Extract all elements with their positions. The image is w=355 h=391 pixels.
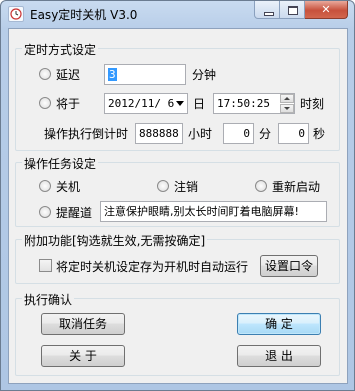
spin-down-icon[interactable] [280,104,294,113]
close-icon: ✕ [321,3,331,16]
confirm-group-title: 执行确认 [22,291,75,308]
title-bar[interactable]: Easy定时关机 V3.0 ✕ [1,1,354,27]
hours-label: 小时 [188,127,213,141]
shutdown-radio[interactable] [39,180,51,192]
timing-group-title: 定时方式设定 [22,41,99,58]
window-title: Easy定时关机 V3.0 [30,8,138,22]
client-area: 定时方式设定 延迟 3 分钟 将于 2012/11/ 6 日 17:50:25 … [8,28,348,384]
remind-label: 提醒道 [56,206,93,220]
minimize-icon [264,12,274,16]
about-button[interactable]: 关 于 [41,345,125,367]
spin-up-icon[interactable] [280,94,294,103]
exit-button[interactable]: 退 出 [237,345,321,367]
cancel-task-button[interactable]: 取消任务 [41,313,125,335]
time-spinner[interactable] [280,94,294,113]
clock-app-icon [8,6,24,22]
delay-unit-label: 分钟 [192,68,217,82]
timing-group: 定时方式设定 延迟 3 分钟 将于 2012/11/ 6 日 17:50:25 … [15,41,340,151]
task-group-title: 操作任务设定 [22,155,99,172]
confirm-group: 执行确认 取消任务 确 定 关 于 退 出 [15,291,340,376]
task-group: 操作任务设定 关机 注销 重新启动 提醒道 注意保护眼睛,别太长时间盯着电脑屏幕… [15,155,340,227]
remind-radio[interactable] [39,206,51,218]
app-window: Easy定时关机 V3.0 ✕ 定时方式设定 延迟 3 分钟 将于 2012/1… [0,0,355,391]
delay-minutes-input[interactable]: 3 [104,64,186,85]
maximize-icon [288,6,298,15]
remind-message-input[interactable]: 注意保护眼睛,别太长时间盯着电脑屏幕! [100,201,327,222]
countdown-seconds-field: 0 [278,123,309,144]
minutes-label: 分 [259,127,272,141]
seconds-label: 秒 [313,127,326,141]
maximize-button[interactable] [280,1,305,19]
restart-radio[interactable] [255,180,267,192]
extra-group-title: 附加功能[钩选就生效,无需按确定] [22,232,208,249]
logoff-radio[interactable] [157,180,169,192]
delay-label: 延迟 [56,68,81,82]
shutdown-label: 关机 [56,180,81,194]
ok-button[interactable]: 确 定 [237,313,321,335]
date-value: 2012/11/ 6 [108,97,175,110]
countdown-hours-field: 888888 [135,123,183,144]
at-time-radio[interactable] [39,97,51,109]
autorun-label: 将定时关机设定存为开机时自动运行 [56,260,249,274]
time-of-day-label: 时刻 [300,97,325,111]
time-value: 17:50:25 [217,97,270,110]
dropdown-arrow-icon[interactable] [176,101,184,106]
countdown-label: 操作执行倒计时 [44,127,129,141]
at-time-label: 将于 [56,97,81,111]
minimize-button[interactable] [254,1,280,19]
logoff-label: 注销 [174,180,199,194]
countdown-minutes-field: 0 [223,123,254,144]
extra-group: 附加功能[钩选就生效,无需按确定] 将定时关机设定存为开机时自动运行 设置口令 [15,232,340,284]
restart-label: 重新启动 [272,180,321,194]
date-picker[interactable]: 2012/11/ 6 [104,93,188,114]
autorun-checkbox[interactable] [39,259,52,272]
day-label: 日 [193,97,206,111]
close-button[interactable]: ✕ [305,1,348,19]
set-password-button[interactable]: 设置口令 [260,255,318,277]
time-picker[interactable]: 17:50:25 [213,93,295,114]
delay-radio[interactable] [39,68,51,80]
delay-minutes-value: 3 [108,68,117,81]
